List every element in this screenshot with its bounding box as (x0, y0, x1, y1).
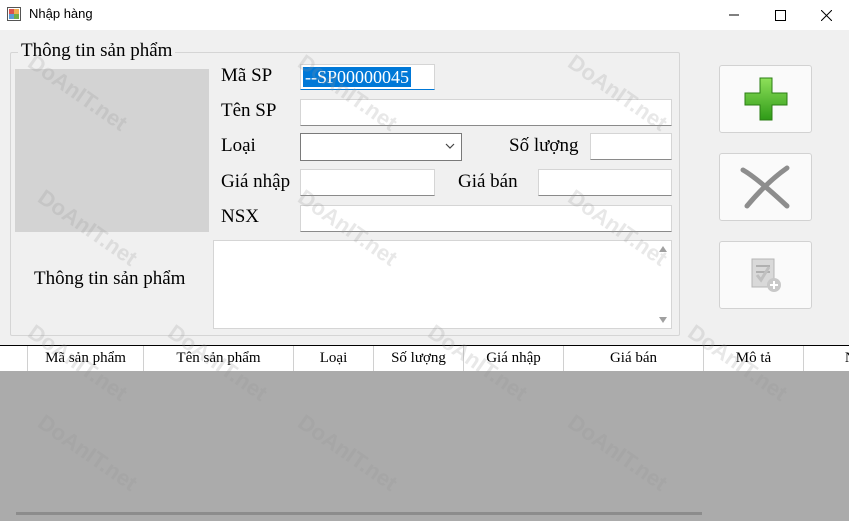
add-button[interactable] (719, 65, 812, 133)
column-header-manufacturer[interactable]: NS (804, 346, 849, 371)
close-button[interactable] (803, 0, 849, 30)
code-label: Mã SP (221, 65, 273, 86)
sell-price-label: Giá bán (458, 171, 518, 192)
type-label: Loại (221, 135, 256, 156)
manufacturer-field[interactable] (300, 205, 672, 232)
grid-header: Mã sản phẩm Tên sản phẩm Loại Số lượng G… (0, 345, 849, 371)
close-icon (820, 9, 832, 21)
name-label: Tên SP (221, 100, 277, 121)
app-icon (7, 7, 21, 21)
chevron-down-icon (445, 143, 455, 149)
row-header-corner (0, 346, 28, 371)
products-grid[interactable]: Mã sản phẩm Tên sản phẩm Loại Số lượng G… (0, 345, 849, 521)
window-title: Nhập hàng (29, 6, 93, 21)
save-button[interactable] (719, 241, 812, 309)
column-header-code[interactable]: Mã sản phẩm (28, 346, 144, 371)
column-header-description[interactable]: Mô tả (704, 346, 804, 371)
column-header-import-price[interactable]: Giá nhập (464, 346, 564, 371)
scroll-down-button[interactable] (655, 312, 671, 328)
maximize-button[interactable] (757, 0, 803, 30)
maximize-icon (774, 9, 786, 21)
description-label: Thông tin sản phẩm (34, 268, 186, 289)
scroll-up-icon (659, 246, 667, 252)
quantity-field[interactable] (590, 133, 672, 160)
code-field[interactable]: --SP00000045 (300, 64, 435, 90)
column-header-name[interactable]: Tên sản phẩm (144, 346, 294, 371)
manufacturer-label: NSX (221, 206, 260, 227)
cancel-icon (740, 165, 789, 209)
sell-price-field[interactable] (538, 169, 672, 196)
product-image[interactable] (15, 69, 209, 232)
description-textarea[interactable] (213, 240, 672, 329)
import-price-field[interactable] (300, 169, 435, 196)
cancel-button[interactable] (719, 153, 812, 221)
minimize-button[interactable] (711, 0, 757, 30)
column-header-quantity[interactable]: Số lượng (374, 346, 464, 371)
add-icon (744, 77, 787, 121)
quantity-label: Số lượng (509, 135, 579, 156)
minimize-icon (729, 14, 739, 16)
column-header-type[interactable]: Loại (294, 346, 374, 371)
save-icon (751, 258, 781, 292)
description-scrollbar[interactable] (655, 241, 671, 328)
group-legend: Thông tin sản phẩm (18, 40, 176, 62)
type-combobox[interactable] (300, 133, 462, 161)
scroll-down-icon (659, 317, 667, 323)
scroll-up-button[interactable] (655, 241, 671, 257)
column-header-sell-price[interactable]: Giá bán (564, 346, 704, 371)
name-field[interactable] (300, 99, 672, 126)
grid-horizontal-scrollbar[interactable] (16, 512, 702, 515)
title-bar: Nhập hàng (0, 0, 849, 30)
import-price-label: Giá nhập (221, 171, 291, 192)
code-value: --SP00000045 (303, 67, 412, 87)
